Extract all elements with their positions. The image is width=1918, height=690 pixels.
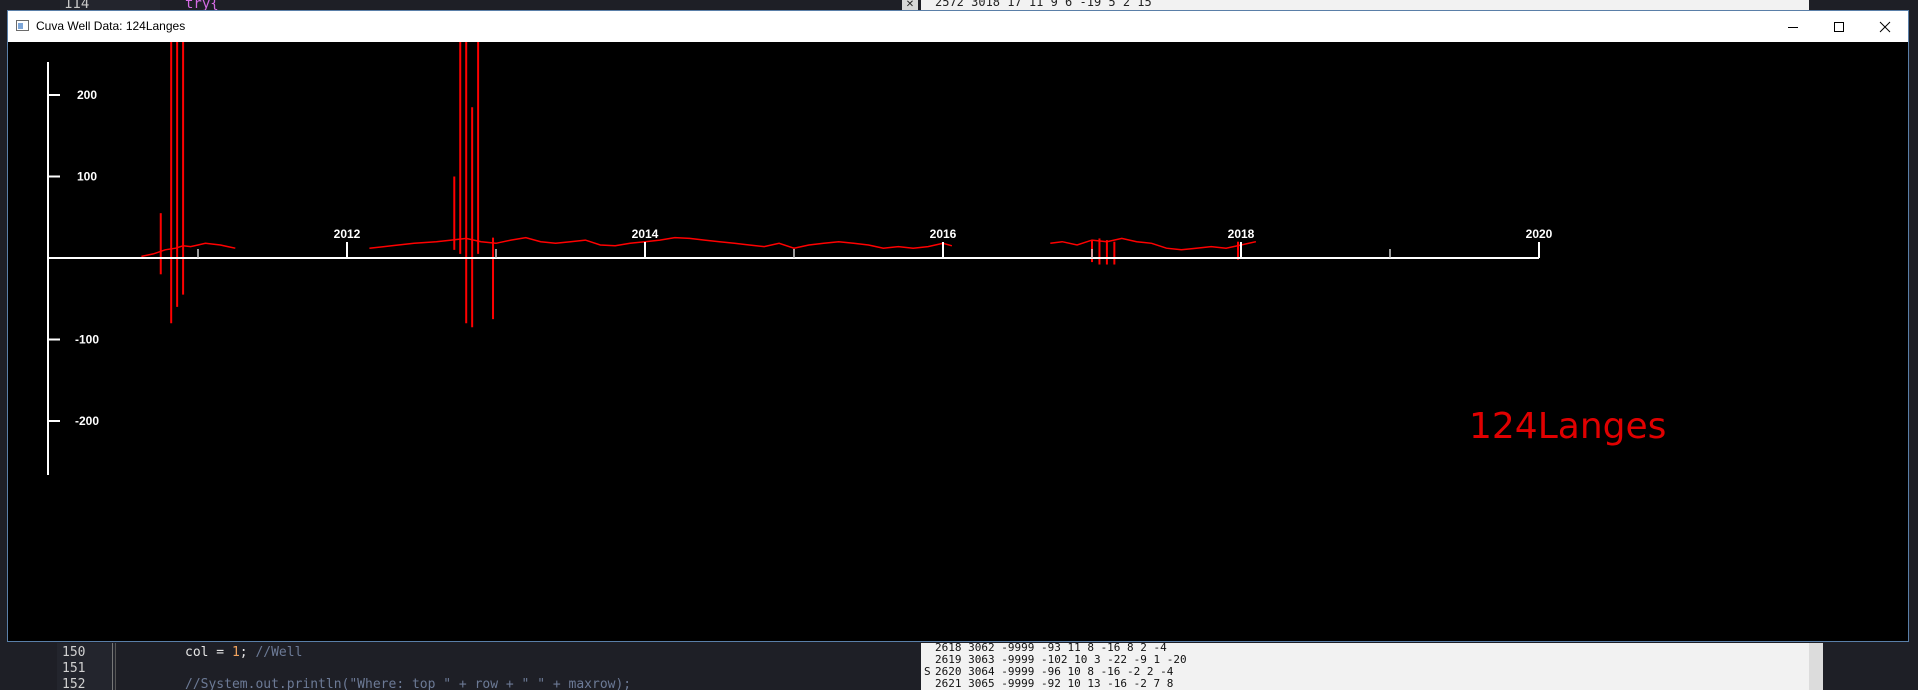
series-line <box>369 236 953 249</box>
window-title: Cuva Well Data: 124Langes <box>36 19 186 33</box>
x-tick-label: 2018 <box>1228 227 1255 241</box>
y-tick-label: -200 <box>75 414 99 428</box>
line-number: 150 <box>62 645 86 660</box>
close-button[interactable] <box>1862 11 1908 42</box>
line-number: 152 <box>62 677 86 690</box>
minimize-button[interactable] <box>1770 11 1816 42</box>
well-name-label: 124Langes <box>1469 406 1666 447</box>
code-token: ; <box>239 645 256 660</box>
background-editor-bottom: 150 col = 1; //Well 151 152 //System.out.pri… <box>0 643 1918 690</box>
fold-guide <box>112 643 113 690</box>
x-tick-label: 2020 <box>1526 227 1553 241</box>
x-tick-label: 2014 <box>632 227 659 241</box>
y-tick-label: -100 <box>75 333 99 347</box>
x-tick-label: 2012 <box>334 227 361 241</box>
cuva-well-data-window: Cuva Well Data: 124Langes 2012 2014 2016 20… <box>7 10 1909 642</box>
console-marker: S <box>924 665 931 678</box>
console-output-bottom: 2618 3062 -9999 -93 11 8 -16 8 2 -4 2619 … <box>921 643 1809 690</box>
line-number: 151 <box>62 661 86 676</box>
maximize-button[interactable] <box>1816 11 1862 42</box>
well-data-chart: 2012 2014 2016 2018 2020 200 100 -100 -200 124Lan… <box>47 42 1666 475</box>
console-scrollbar[interactable] <box>1809 643 1823 690</box>
code-token: col = <box>185 645 232 660</box>
console-row: 2621 3065 -9999 -92 10 13 -16 -2 7 8 <box>935 677 1174 690</box>
maximize-icon <box>1834 21 1844 32</box>
code-line: //System.out.println("Where: top " + row… <box>185 677 631 690</box>
code-token: //Well <box>255 645 303 660</box>
series-line <box>1050 237 1257 251</box>
console-row: 2572 3018 17 11 9 6 -19 5 2 15 <box>935 0 1152 9</box>
y-tick-label: 200 <box>77 88 97 102</box>
editor-edge <box>1823 643 1918 690</box>
minimize-icon <box>1788 26 1798 28</box>
y-tick-label: 100 <box>77 170 97 184</box>
chart-area: 2012 2014 2016 2018 2020 200 100 -100 -200 124Lan… <box>8 42 1908 641</box>
code-token: //System.out.println("Where: top " + row… <box>185 677 632 690</box>
title-bar[interactable]: Cuva Well Data: 124Langes <box>8 11 1908 42</box>
application-window-icon <box>16 20 29 31</box>
series-line <box>141 242 236 258</box>
x-tick-label: 2016 <box>930 227 957 241</box>
panel-close-icon[interactable]: ✕ <box>902 0 918 10</box>
close-icon <box>1879 21 1891 32</box>
code-token: 1 <box>231 645 240 660</box>
code-line: col = 1; //Well <box>185 645 302 662</box>
